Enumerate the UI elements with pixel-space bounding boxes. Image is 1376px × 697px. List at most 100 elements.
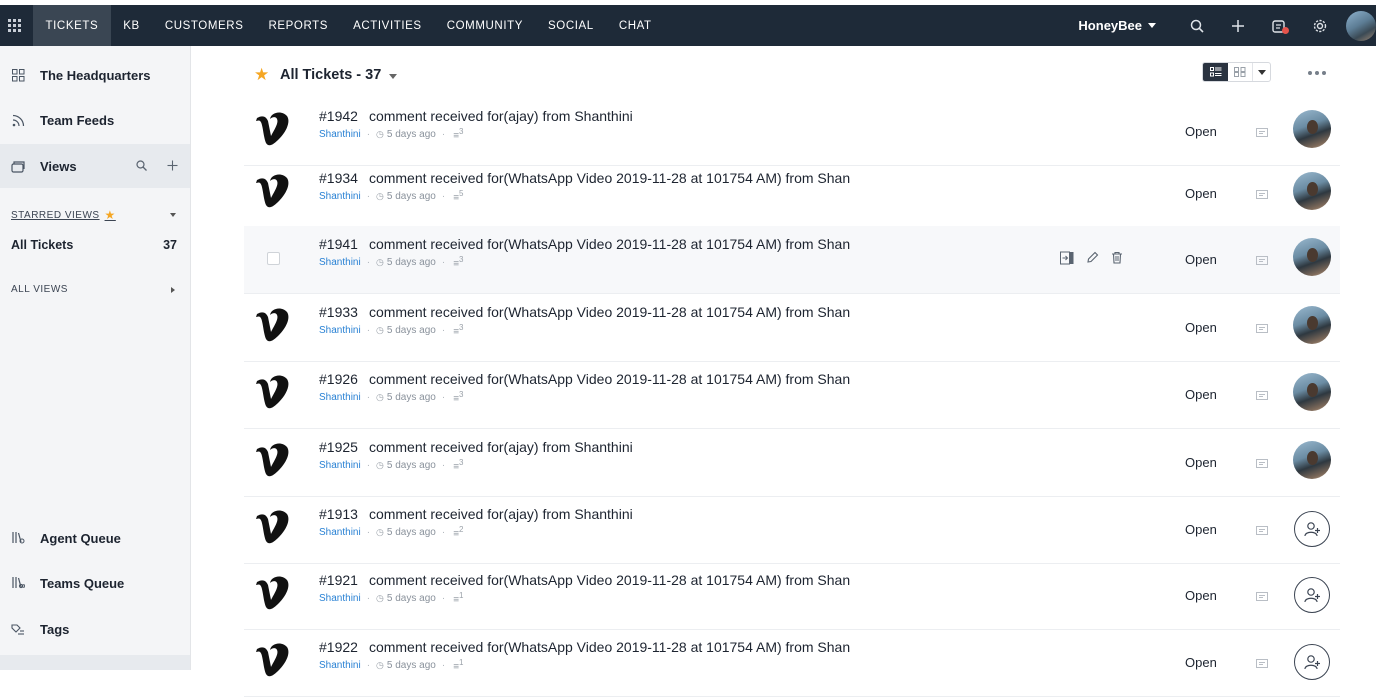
tab-kb[interactable]: KB	[111, 5, 153, 46]
reply-icon[interactable]	[1256, 590, 1268, 601]
assignee-avatar[interactable]	[1293, 110, 1331, 148]
status-badge[interactable]: Open	[1185, 588, 1217, 603]
ticket-number: #1913	[319, 506, 358, 522]
ticket-subject[interactable]: #1941 comment received for(WhatsApp Video…	[319, 236, 850, 252]
ticket-row[interactable]: #1913 comment received for(ajay) from Sha…	[244, 496, 1340, 564]
ticket-row[interactable]: #1922 comment received for(WhatsApp Video…	[244, 629, 1340, 697]
contact-link[interactable]: Shanthini	[319, 257, 361, 268]
sidebar-item-views[interactable]: Views	[0, 144, 190, 188]
plus-icon[interactable]	[167, 159, 178, 174]
reply-icon[interactable]	[1256, 126, 1268, 137]
tab-community[interactable]: COMMUNITY	[434, 5, 535, 46]
sidebar-item-headquarters[interactable]: The Headquarters	[0, 53, 190, 97]
chevron-right-icon[interactable]	[171, 287, 175, 293]
contact-link[interactable]: Shanthini	[319, 593, 361, 604]
ticket-subject[interactable]: #1913 comment received for(ajay) from Sha…	[319, 506, 633, 522]
star-icon[interactable]: ★	[254, 65, 269, 85]
status-badge[interactable]: Open	[1185, 387, 1217, 402]
ticket-row[interactable]: #1925 comment received for(ajay) from Sha…	[244, 429, 1340, 497]
contact-link[interactable]: Shanthini	[319, 392, 361, 403]
assign-agent-icon[interactable]	[1294, 644, 1330, 680]
status-badge[interactable]: Open	[1185, 522, 1217, 537]
starred-view-all-tickets[interactable]: All Tickets 37	[11, 238, 177, 252]
assignee-avatar[interactable]	[1293, 441, 1331, 479]
chevron-down-icon[interactable]	[170, 213, 176, 217]
ticket-checkbox[interactable]	[267, 252, 280, 265]
status-badge[interactable]: Open	[1185, 455, 1217, 470]
ticket-row[interactable]: #1921 comment received for(WhatsApp Video…	[244, 562, 1340, 630]
tab-customers[interactable]: CUSTOMERS	[152, 5, 256, 46]
ticket-subject[interactable]: #1922 comment received for(WhatsApp Video…	[319, 639, 850, 655]
status-badge[interactable]: Open	[1185, 186, 1217, 201]
starred-views-heading[interactable]: STARRED VIEWS ★	[11, 208, 116, 222]
assignee-avatar[interactable]	[1293, 238, 1331, 276]
department-selector[interactable]: HoneyBee	[1078, 18, 1156, 33]
plus-icon[interactable]	[1217, 5, 1258, 46]
tab-chat[interactable]: CHAT	[606, 5, 664, 46]
all-views-heading[interactable]: ALL VIEWS	[11, 284, 68, 295]
view-title-dropdown[interactable]: All Tickets - 37	[280, 67, 398, 83]
view-count: 37	[163, 238, 177, 252]
reply-icon[interactable]	[1256, 188, 1268, 199]
contact-link[interactable]: Shanthini	[319, 325, 361, 336]
card-view-icon[interactable]	[1228, 63, 1253, 81]
ticket-row[interactable]: #1926 comment received for(WhatsApp Video…	[244, 361, 1340, 429]
ticket-subject[interactable]: #1934 comment received for(WhatsApp Video…	[319, 170, 850, 186]
contact-link[interactable]: Shanthini	[319, 191, 361, 202]
status-badge[interactable]: Open	[1185, 655, 1217, 670]
chevron-down-icon[interactable]	[1253, 63, 1270, 81]
contact-link[interactable]: Shanthini	[319, 460, 361, 471]
clock-icon: ◷	[376, 459, 384, 470]
ticket-subject[interactable]: #1925 comment received for(ajay) from Sha…	[319, 439, 633, 455]
tab-social[interactable]: SOCIAL	[536, 5, 607, 46]
tab-reports[interactable]: REPORTS	[256, 5, 341, 46]
search-icon[interactable]	[136, 159, 147, 174]
ticket-subject[interactable]: #1921 comment received for(WhatsApp Video…	[319, 572, 850, 588]
sidebar-item-label: Agent Queue	[40, 530, 121, 546]
assign-agent-icon[interactable]	[1294, 511, 1330, 547]
reply-icon[interactable]	[1256, 457, 1268, 468]
search-icon[interactable]	[1176, 5, 1217, 46]
reply-icon[interactable]	[1256, 524, 1268, 535]
edit-pencil-icon[interactable]	[1086, 251, 1099, 270]
ticket-subject[interactable]: #1942 comment received for(ajay) from Sha…	[319, 108, 633, 124]
list-view-icon[interactable]	[1203, 63, 1228, 81]
more-options-icon[interactable]	[1308, 71, 1326, 75]
sidebar-item-tags[interactable]: Tags	[0, 607, 190, 651]
ticket-row[interactable]: #1934 comment received for(WhatsApp Video…	[244, 160, 1340, 228]
reply-icon[interactable]	[1256, 322, 1268, 333]
contact-link[interactable]: Shanthini	[319, 129, 361, 140]
tab-tickets[interactable]: TICKETS	[33, 5, 111, 46]
status-badge[interactable]: Open	[1185, 252, 1217, 267]
user-avatar[interactable]	[1346, 10, 1376, 41]
gear-icon[interactable]	[1299, 5, 1340, 46]
tab-activities[interactable]: ACTIVITIES	[341, 5, 435, 46]
status-badge[interactable]: Open	[1185, 320, 1217, 335]
ticket-row[interactable]: #1933 comment received for(WhatsApp Video…	[244, 294, 1340, 362]
notifications-icon[interactable]	[1258, 5, 1299, 46]
contact-link[interactable]: Shanthini	[319, 660, 361, 671]
sidebar-item-teams-queue[interactable]: Teams Queue	[0, 561, 190, 605]
trash-icon[interactable]	[1111, 251, 1123, 270]
open-in-split-icon[interactable]	[1060, 251, 1074, 270]
separator-dot: ·	[441, 459, 446, 471]
sidebar-item-agent-queue[interactable]: Agent Queue	[0, 516, 190, 560]
assignee-avatar[interactable]	[1293, 172, 1331, 210]
ticket-row[interactable]: #1941 comment received for(WhatsApp Video…	[244, 226, 1340, 294]
status-badge[interactable]: Open	[1185, 124, 1217, 139]
apps-grid-icon[interactable]	[2, 5, 26, 46]
ticket-time: 5 days ago	[386, 256, 436, 268]
assignee-avatar[interactable]	[1293, 373, 1331, 411]
sidebar-item-team-feeds[interactable]: Team Feeds	[0, 98, 190, 142]
ticket-subject[interactable]: #1926 comment received for(WhatsApp Video…	[319, 371, 850, 387]
reply-icon[interactable]	[1256, 254, 1268, 265]
assignee-avatar[interactable]	[1293, 306, 1331, 344]
sidebar-item-label: The Headquarters	[40, 67, 151, 83]
ticket-subject[interactable]: #1933 comment received for(WhatsApp Video…	[319, 304, 850, 320]
ticket-row[interactable]: #1942 comment received for(ajay) from Sha…	[244, 98, 1340, 166]
thread-count: 2	[459, 525, 464, 534]
assign-agent-icon[interactable]	[1294, 577, 1330, 613]
contact-link[interactable]: Shanthini	[319, 527, 361, 538]
reply-icon[interactable]	[1256, 657, 1268, 668]
reply-icon[interactable]	[1256, 389, 1268, 400]
